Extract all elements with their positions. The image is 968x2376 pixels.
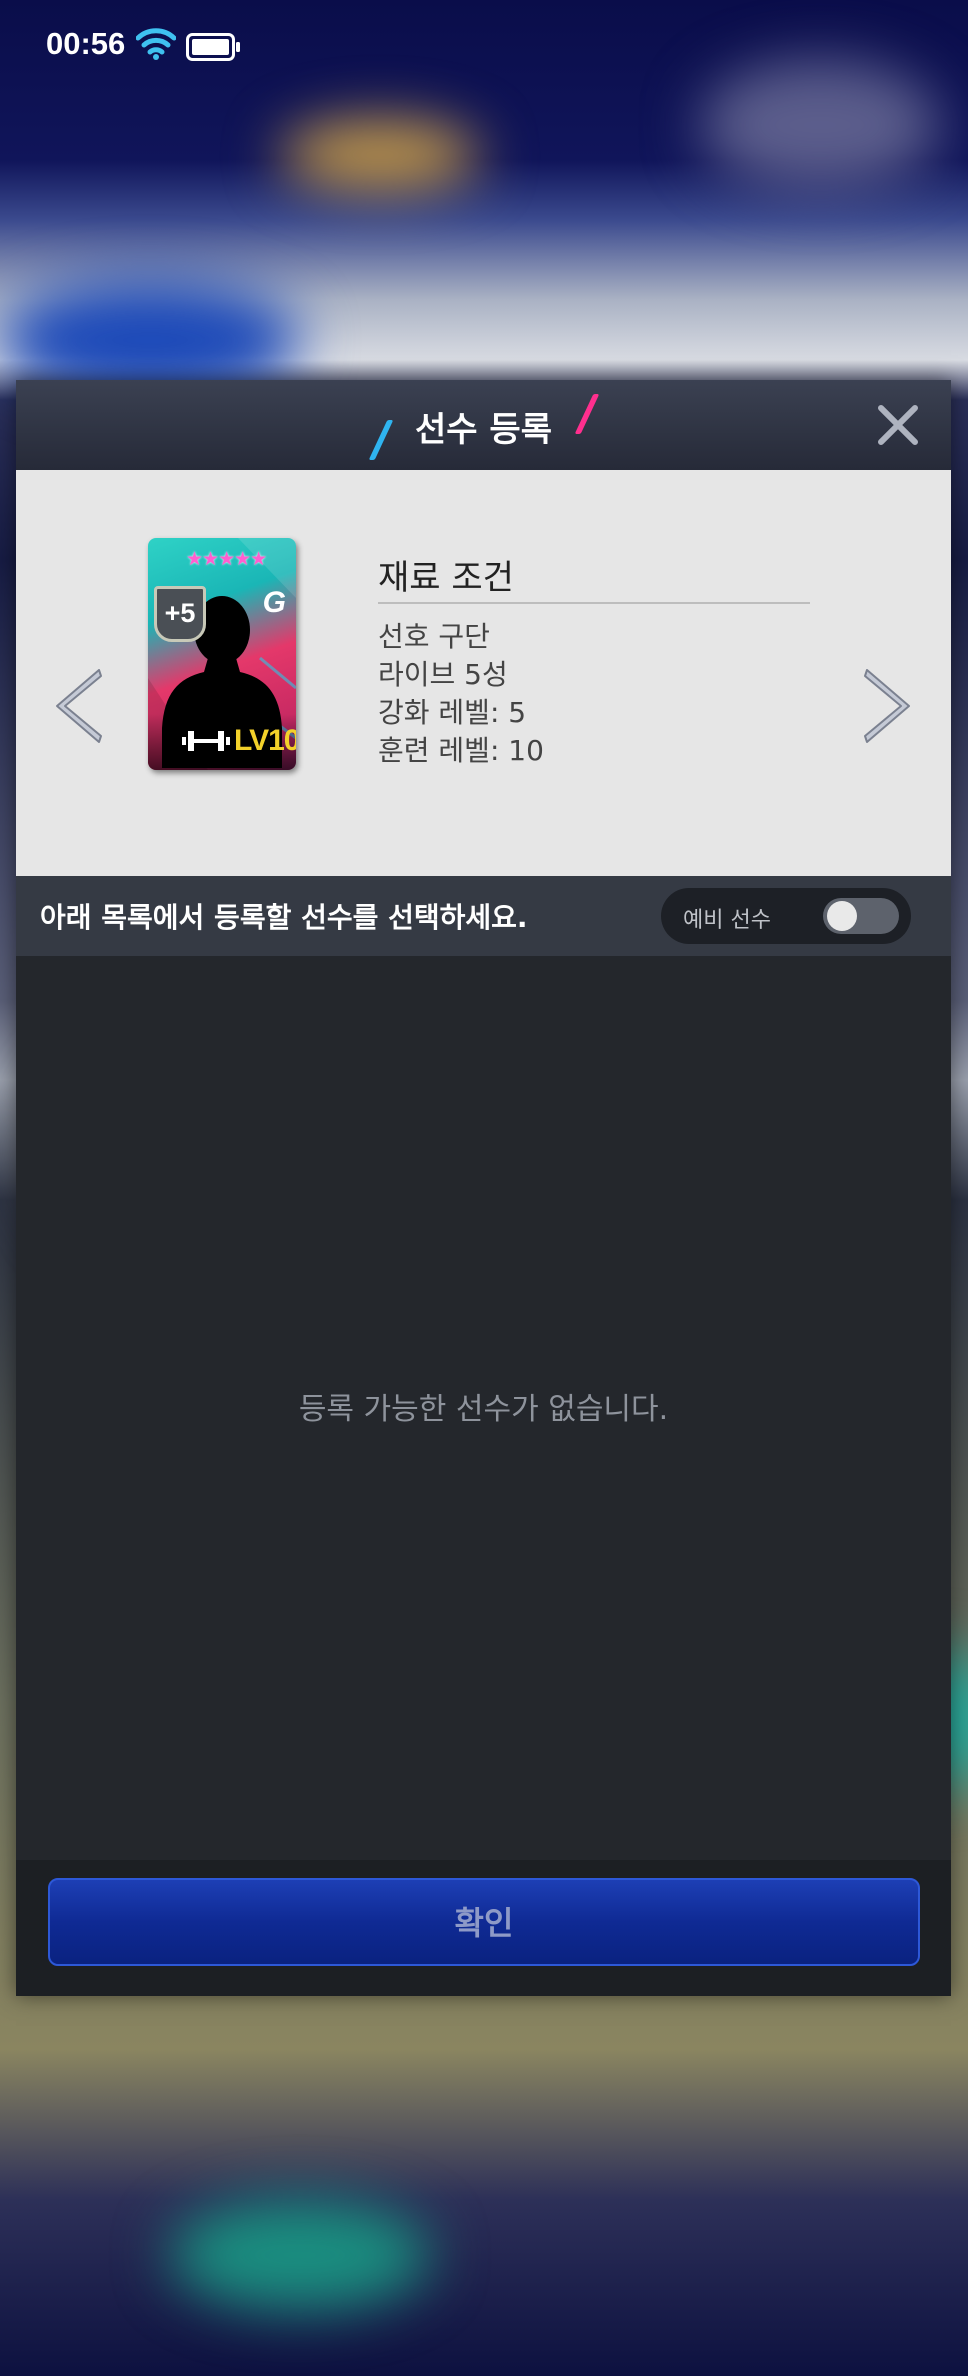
selection-bar: 아래 목록에서 등록할 선수를 선택하세요. 예비 선수 [16,876,951,956]
toggle-knob [827,901,857,931]
wifi-icon [136,28,176,60]
toggle-switch[interactable] [823,898,899,934]
player-list[interactable]: 등록 가능한 선수가 없습니다. [16,956,951,1860]
dialog-title: 선수 등록 [415,410,552,450]
toggle-label: 예비 선수 [683,908,771,933]
requirement-item: 훈련 레벨: 10 [378,734,544,767]
clock: 00:56 [46,26,126,61]
register-player-dialog: 선수 등록 ★★★★★ +5 G LV10 재료 조건 선호 구단 라이브 5성… [16,380,951,1996]
close-icon[interactable] [873,400,923,450]
dialog-header: 선수 등록 [16,380,951,470]
chevron-left-icon[interactable] [49,666,107,746]
chevron-right-icon[interactable] [859,666,917,746]
requirement-heading: 재료 조건 [378,558,514,598]
confirm-button[interactable]: 확인 [48,1878,920,1966]
battery-icon [186,33,240,61]
instruction-text: 아래 목록에서 등록할 선수를 선택하세요. [40,901,528,934]
status-bar: 00:56 [0,0,968,90]
card-emblem: G [262,586,286,619]
requirement-divider [378,602,810,604]
reserve-player-toggle[interactable]: 예비 선수 [661,888,911,944]
card-stars: ★★★★★ [186,548,267,570]
requirement-item: 라이브 5성 [378,658,508,691]
card-level: LV10 [234,724,296,757]
empty-message: 등록 가능한 선수가 없습니다. [298,1392,669,1427]
enhance-badge: +5 [154,586,206,642]
material-requirement-panel: ★★★★★ +5 G LV10 재료 조건 선호 구단 라이브 5성 강화 레벨… [16,470,951,876]
player-card[interactable]: ★★★★★ +5 G LV10 [148,538,296,770]
requirement-list: 선호 구단 라이브 5성 강화 레벨: 5 훈련 레벨: 10 [378,618,544,770]
dialog-footer: 확인 [16,1860,951,1996]
dumbbell-icon [182,731,230,751]
requirement-item: 강화 레벨: 5 [378,696,527,729]
requirement-item: 선호 구단 [378,620,490,653]
